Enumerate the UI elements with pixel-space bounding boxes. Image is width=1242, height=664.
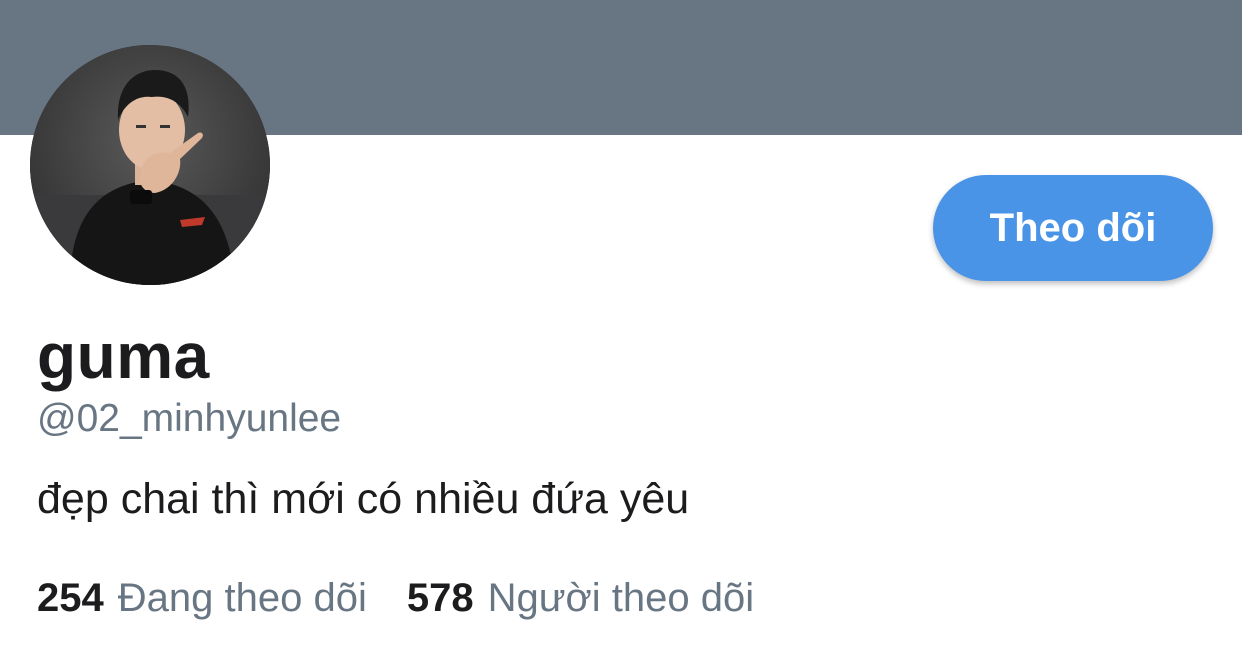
following-stat-link[interactable]: 254 Đang theo dõi bbox=[37, 574, 367, 622]
followers-count: 578 bbox=[406, 576, 474, 620]
profile-avatar[interactable] bbox=[30, 45, 270, 285]
followers-stat-link[interactable]: 578 Người theo dõi bbox=[407, 574, 754, 622]
follow-button[interactable]: Theo dõi bbox=[933, 175, 1213, 281]
profile-bio: đẹp chai thì mới có nhiều đứa yêu bbox=[37, 475, 690, 523]
profile-stats: 254 Đang theo dõi 578 Người theo dõi bbox=[37, 574, 754, 622]
profile-display-name: guma bbox=[37, 320, 210, 392]
profile-handle: @02_minhyunlee bbox=[37, 397, 342, 440]
followers-label: Người theo dõi bbox=[487, 576, 755, 620]
following-count: 254 bbox=[37, 576, 104, 620]
avatar-photo-icon bbox=[30, 45, 270, 285]
following-label: Đang theo dõi bbox=[117, 576, 367, 620]
